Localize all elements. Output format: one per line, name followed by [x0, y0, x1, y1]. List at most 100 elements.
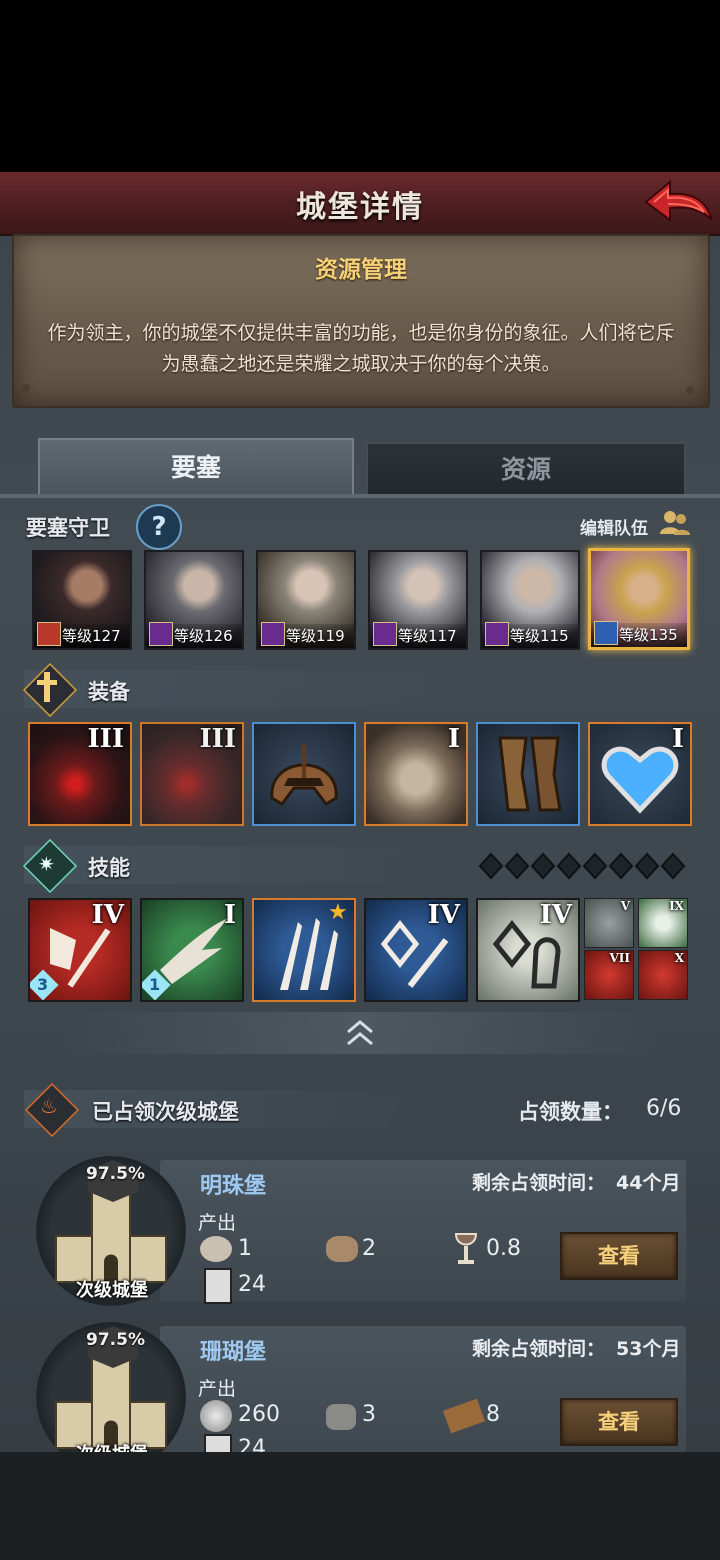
- food-icon: [200, 1236, 232, 1262]
- helmet-icon: [270, 744, 338, 806]
- tier-label: X: [674, 951, 684, 965]
- tier-label: I: [223, 900, 236, 930]
- goblet-shape-icon: [454, 1233, 478, 1264]
- gem-level: 3: [37, 975, 49, 994]
- mage-class-icon: [149, 622, 173, 646]
- info-description: 作为领主，你的城堡不仅提供丰富的功能，也是你身份的象征。人们将它斥为愚蠢之地还是…: [47, 322, 675, 375]
- help-icon[interactable]: ?: [136, 504, 182, 550]
- weapon-slot[interactable]: III: [28, 722, 132, 826]
- back-arrow-icon: [644, 179, 713, 222]
- back-button[interactable]: [640, 176, 716, 232]
- archer-class-icon: [594, 621, 618, 645]
- remaining-time-value: 53个月: [616, 1338, 681, 1360]
- header-bar: 城堡详情: [0, 172, 720, 236]
- resource-value: 1: [238, 1236, 252, 1261]
- tier-label: IX: [669, 899, 684, 913]
- tier-label: IV: [539, 900, 572, 930]
- hero-card[interactable]: 等级126: [144, 550, 244, 650]
- resource-value: 2: [362, 1236, 376, 1261]
- mage-class-icon: [485, 622, 509, 646]
- skill-slot-featured[interactable]: ★: [252, 898, 356, 1002]
- team-icon: [660, 511, 690, 535]
- mage-class-icon: [373, 622, 397, 646]
- resource-value: 260: [238, 1402, 280, 1427]
- passive-skill-target[interactable]: IX: [638, 898, 688, 948]
- resource-value: 24: [238, 1436, 266, 1452]
- skill-slot[interactable]: IV 3: [28, 898, 132, 1002]
- skill-slot[interactable]: IV: [476, 898, 580, 1002]
- hero-level: 等级117: [398, 627, 457, 645]
- hero-level: 等级119: [286, 627, 345, 645]
- collapse-button[interactable]: [60, 1012, 660, 1054]
- tab-resources[interactable]: 资源: [366, 442, 686, 496]
- goblet-icon: [452, 1232, 480, 1272]
- page-title: 城堡详情: [296, 190, 424, 225]
- armor-slot[interactable]: I: [364, 722, 468, 826]
- hero-card-selected[interactable]: 等级135: [588, 548, 690, 650]
- passive-skill-sword[interactable]: X: [638, 950, 688, 1000]
- occupy-count-label: 占领数量：: [518, 1100, 623, 1124]
- silver-coin-icon: [200, 1400, 232, 1432]
- skill-slot[interactable]: I 1: [140, 898, 244, 1002]
- hero-card[interactable]: 等级127: [32, 550, 132, 650]
- diamond-slots-icon: [478, 852, 686, 880]
- bottom-bar: [0, 1452, 720, 1560]
- tier-label: I: [671, 724, 684, 754]
- castle-integrity: 97.5%: [86, 1330, 145, 1350]
- star-glyph-icon: ✷: [38, 852, 55, 876]
- boots-slot[interactable]: [476, 722, 580, 826]
- castle-integrity: 97.5%: [86, 1164, 145, 1184]
- resource-value: 3: [362, 1402, 376, 1427]
- sword-guard-icon: [37, 680, 57, 685]
- edit-team-label: 编辑队伍: [580, 519, 648, 539]
- double-chevron-up-icon: [347, 1020, 373, 1046]
- rivet-icon: [22, 384, 30, 392]
- occupy-count-value: 6/6: [646, 1096, 682, 1121]
- castle-type-label: 次级城堡: [76, 1440, 148, 1452]
- tier-label: III: [87, 724, 125, 754]
- tier-label: IV: [427, 900, 460, 930]
- hero-card[interactable]: 等级119: [256, 550, 356, 650]
- stone-icon: [326, 1404, 356, 1430]
- tier-label: VII: [609, 951, 630, 965]
- skill-slot[interactable]: IV: [364, 898, 468, 1002]
- remaining-time-label: 剩余占领时间：: [472, 1172, 606, 1194]
- tier-label: III: [199, 724, 237, 754]
- tab-fortress[interactable]: 要塞: [38, 438, 354, 496]
- hero-card[interactable]: 等级117: [368, 550, 468, 650]
- hero-level: 等级135: [619, 626, 678, 644]
- edit-team-button[interactable]: 编辑队伍: [580, 514, 648, 539]
- output-label: 产出: [198, 1378, 237, 1400]
- subcastle-label: 已占领次级城堡: [92, 1100, 239, 1124]
- hero-level: 等级127: [62, 627, 121, 645]
- skills-label: 技能: [88, 856, 130, 880]
- castle-name: 明珠堡: [200, 1174, 267, 1199]
- resource-value: 24: [238, 1272, 266, 1297]
- tier-label: V: [620, 899, 630, 913]
- info-box: 资源管理 作为领主，你的城堡不仅提供丰富的功能，也是你身份的象征。人们将它斥为愚…: [12, 234, 710, 408]
- resource-value: 8: [486, 1402, 500, 1427]
- remaining-time-label: 剩余占领时间：: [472, 1338, 606, 1360]
- hero-level: 等级115: [510, 627, 569, 645]
- castle-detail-panel: 城堡详情 资源管理 作为领主，你的城堡不仅提供丰富的功能，也是你身份的象征。人们…: [0, 172, 720, 1452]
- equipment-label: 装备: [88, 680, 130, 704]
- passive-skill-shield[interactable]: V: [584, 898, 634, 948]
- hero-card[interactable]: 等级115: [480, 550, 580, 650]
- star-icon: ★: [328, 900, 348, 925]
- passive-skill-sword[interactable]: VII: [584, 950, 634, 1000]
- population-icon: [204, 1434, 232, 1452]
- gem-level: 1: [149, 975, 161, 994]
- accessory-slot[interactable]: I: [588, 722, 692, 826]
- helmet-slot[interactable]: [252, 722, 356, 826]
- output-label: 产出: [198, 1212, 237, 1234]
- sword-blade-icon: [44, 672, 50, 702]
- hero-level: 等级126: [174, 627, 233, 645]
- population-icon: [204, 1268, 232, 1304]
- view-button[interactable]: 查看: [560, 1398, 678, 1446]
- rivet-icon: [686, 386, 694, 394]
- view-button[interactable]: 查看: [560, 1232, 678, 1280]
- tier-label: I: [447, 724, 460, 754]
- weapon-slot-offhand[interactable]: III: [140, 722, 244, 826]
- guards-label: 要塞守卫: [26, 516, 110, 540]
- mage-class-icon: [261, 622, 285, 646]
